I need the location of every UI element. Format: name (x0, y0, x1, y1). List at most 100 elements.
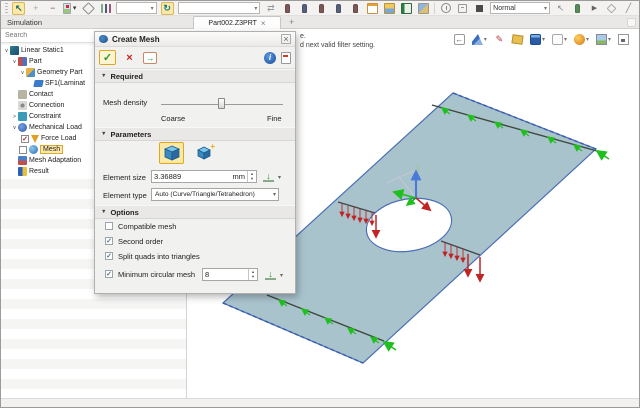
dialog-titlebar[interactable]: Create Mesh × (95, 32, 295, 47)
mesh-new-part-button[interactable]: + (191, 142, 216, 164)
pin-icon-2[interactable] (302, 4, 307, 13)
mesh-checkbox[interactable] (19, 146, 27, 154)
filter-combo-2[interactable]: ▾ (178, 2, 261, 14)
new-tab-button[interactable]: + (289, 17, 294, 27)
swap-button[interactable]: ⇄ (264, 2, 277, 15)
coarse-label: Coarse (161, 114, 185, 123)
document-tab[interactable]: Part002.Z3PRT × (193, 16, 281, 29)
pin-icon-4[interactable] (336, 4, 341, 13)
dialog-close-button[interactable]: × (281, 34, 291, 44)
expander-icon[interactable]: ∨ (3, 48, 10, 54)
prompt-icon[interactable] (458, 4, 467, 13)
viewport-hint-text: e. d next valid filter setting. (300, 32, 375, 51)
image-tool-button[interactable]: ▾ (63, 2, 78, 15)
pin-icon-3[interactable] (319, 4, 324, 13)
remove-button[interactable]: − (46, 2, 59, 15)
ok-button[interactable]: ✓ (99, 50, 116, 65)
section-required[interactable]: ▼ Required (95, 69, 295, 83)
mesh-dialog-icon (99, 35, 108, 43)
expander-icon[interactable]: > (11, 114, 18, 120)
select-tool-button[interactable]: ↖ (12, 2, 25, 15)
split-quads-checkbox[interactable]: ✓ (105, 252, 113, 260)
element-size-input[interactable] (152, 172, 233, 181)
add-button[interactable]: + (29, 2, 42, 15)
element-size-unit: mm (233, 172, 248, 181)
section-options[interactable]: ▼ Options (95, 205, 295, 219)
photo-stack-icon[interactable] (418, 3, 429, 14)
mesh-solid-button[interactable] (159, 142, 184, 164)
second-order-checkbox[interactable]: ✓ (105, 237, 113, 245)
view-orientation-icon (472, 34, 483, 45)
panel-title: Simulation (7, 18, 42, 27)
shaded-display-button[interactable]: ▾ (530, 34, 545, 45)
cancel-button[interactable]: × (121, 50, 138, 65)
dialog-title: Create Mesh (112, 35, 277, 44)
hint-line-1: e. (300, 32, 375, 41)
min-circular-mesh-checkbox[interactable]: ✓ (105, 270, 113, 278)
element-type-select[interactable]: Auto (Curve/Triangle/Tetrahedron) ▾ (151, 188, 279, 201)
viewport-frame-icon[interactable] (618, 34, 629, 45)
line-tool-button[interactable]: ╱ (622, 2, 635, 15)
pin-green-icon[interactable] (575, 4, 580, 13)
background-button[interactable]: ▾ (596, 34, 611, 45)
section-parameters[interactable]: ▼ Parameters (95, 127, 295, 141)
info-button[interactable]: i (264, 52, 276, 64)
mesh-adaptation-icon (18, 156, 27, 165)
view-orientation-button[interactable]: ▾ (472, 34, 487, 45)
result-icon (18, 167, 27, 176)
cube-plus-icon (196, 146, 212, 160)
expander-icon[interactable]: ∨ (11, 59, 18, 65)
split-quads-label: Split quads into triangles (118, 252, 200, 261)
pick-value-icon[interactable]: ↓ (265, 269, 276, 280)
gallery-folder-icon[interactable] (384, 3, 395, 14)
pick-value-icon[interactable]: ↓ (263, 171, 274, 182)
tab-close-icon[interactable]: × (261, 19, 266, 28)
play-button[interactable]: ▶ (588, 2, 601, 15)
mechanical-load-icon (18, 123, 27, 132)
stop-icon[interactable] (476, 5, 483, 12)
element-size-spinner[interactable]: ▴ ▾ (247, 171, 256, 182)
viewport-toolbar: ← ▾ ✎ ▾ ▾ ▾ ▾ (454, 34, 629, 45)
unfold-icon[interactable] (511, 34, 523, 44)
pointer-button[interactable]: ↖ (554, 2, 567, 15)
render-mode-button[interactable]: ▾ (574, 34, 589, 45)
min-circular-mesh-input[interactable] (203, 270, 248, 279)
min-circular-mesh-spinner[interactable]: ▴ ▾ (248, 269, 257, 280)
notes-icon[interactable] (367, 3, 378, 14)
toolbar-grip[interactable] (5, 3, 8, 14)
paint-icon[interactable]: ✎ (494, 34, 505, 45)
connection-icon (18, 101, 27, 110)
mesh-density-slider-handle[interactable] (218, 98, 225, 109)
nodes-icon[interactable] (607, 3, 617, 13)
tab-scroll-button[interactable] (627, 18, 636, 27)
sheet-icon (33, 80, 43, 87)
filter-combo-1[interactable]: ▾ (116, 2, 156, 14)
toolbar-divider (434, 3, 435, 14)
polygon-icon[interactable] (83, 2, 96, 15)
min-circular-mesh-field[interactable]: ▴ ▾ (202, 268, 258, 281)
wireframe-display-button[interactable]: ▾ (552, 34, 567, 45)
display-mode-select[interactable]: Normal ▾ (490, 2, 550, 14)
force-load-icon (31, 135, 39, 143)
plus-star-icon: + (210, 142, 215, 151)
compatible-mesh-checkbox[interactable] (105, 222, 113, 230)
solid-cube-icon (163, 145, 181, 161)
expander-icon[interactable]: ∨ (11, 125, 18, 131)
history-doc-button[interactable] (281, 52, 291, 64)
pin-icon-5[interactable] (353, 4, 358, 13)
pin-icon-1[interactable] (285, 4, 290, 13)
collapse-arrow-icon: ▼ (101, 131, 106, 137)
contact-icon (18, 90, 27, 99)
pick-options-caret-icon[interactable]: ▾ (280, 272, 283, 279)
apply-button[interactable]: → (143, 52, 157, 64)
element-size-field[interactable]: mm ▴ ▾ (151, 170, 257, 183)
constraint-icon (18, 112, 27, 121)
history-icon[interactable] (441, 3, 451, 13)
pick-options-caret-icon[interactable]: ▾ (278, 174, 281, 181)
force-load-checkbox[interactable]: ✓ (21, 135, 29, 143)
regenerate-button[interactable]: ↻ (161, 2, 174, 15)
library-icon[interactable] (401, 3, 412, 14)
column-filter-icon[interactable] (101, 4, 111, 13)
exit-sketch-icon[interactable]: ← (454, 34, 465, 45)
expander-icon[interactable]: ∨ (19, 70, 26, 76)
